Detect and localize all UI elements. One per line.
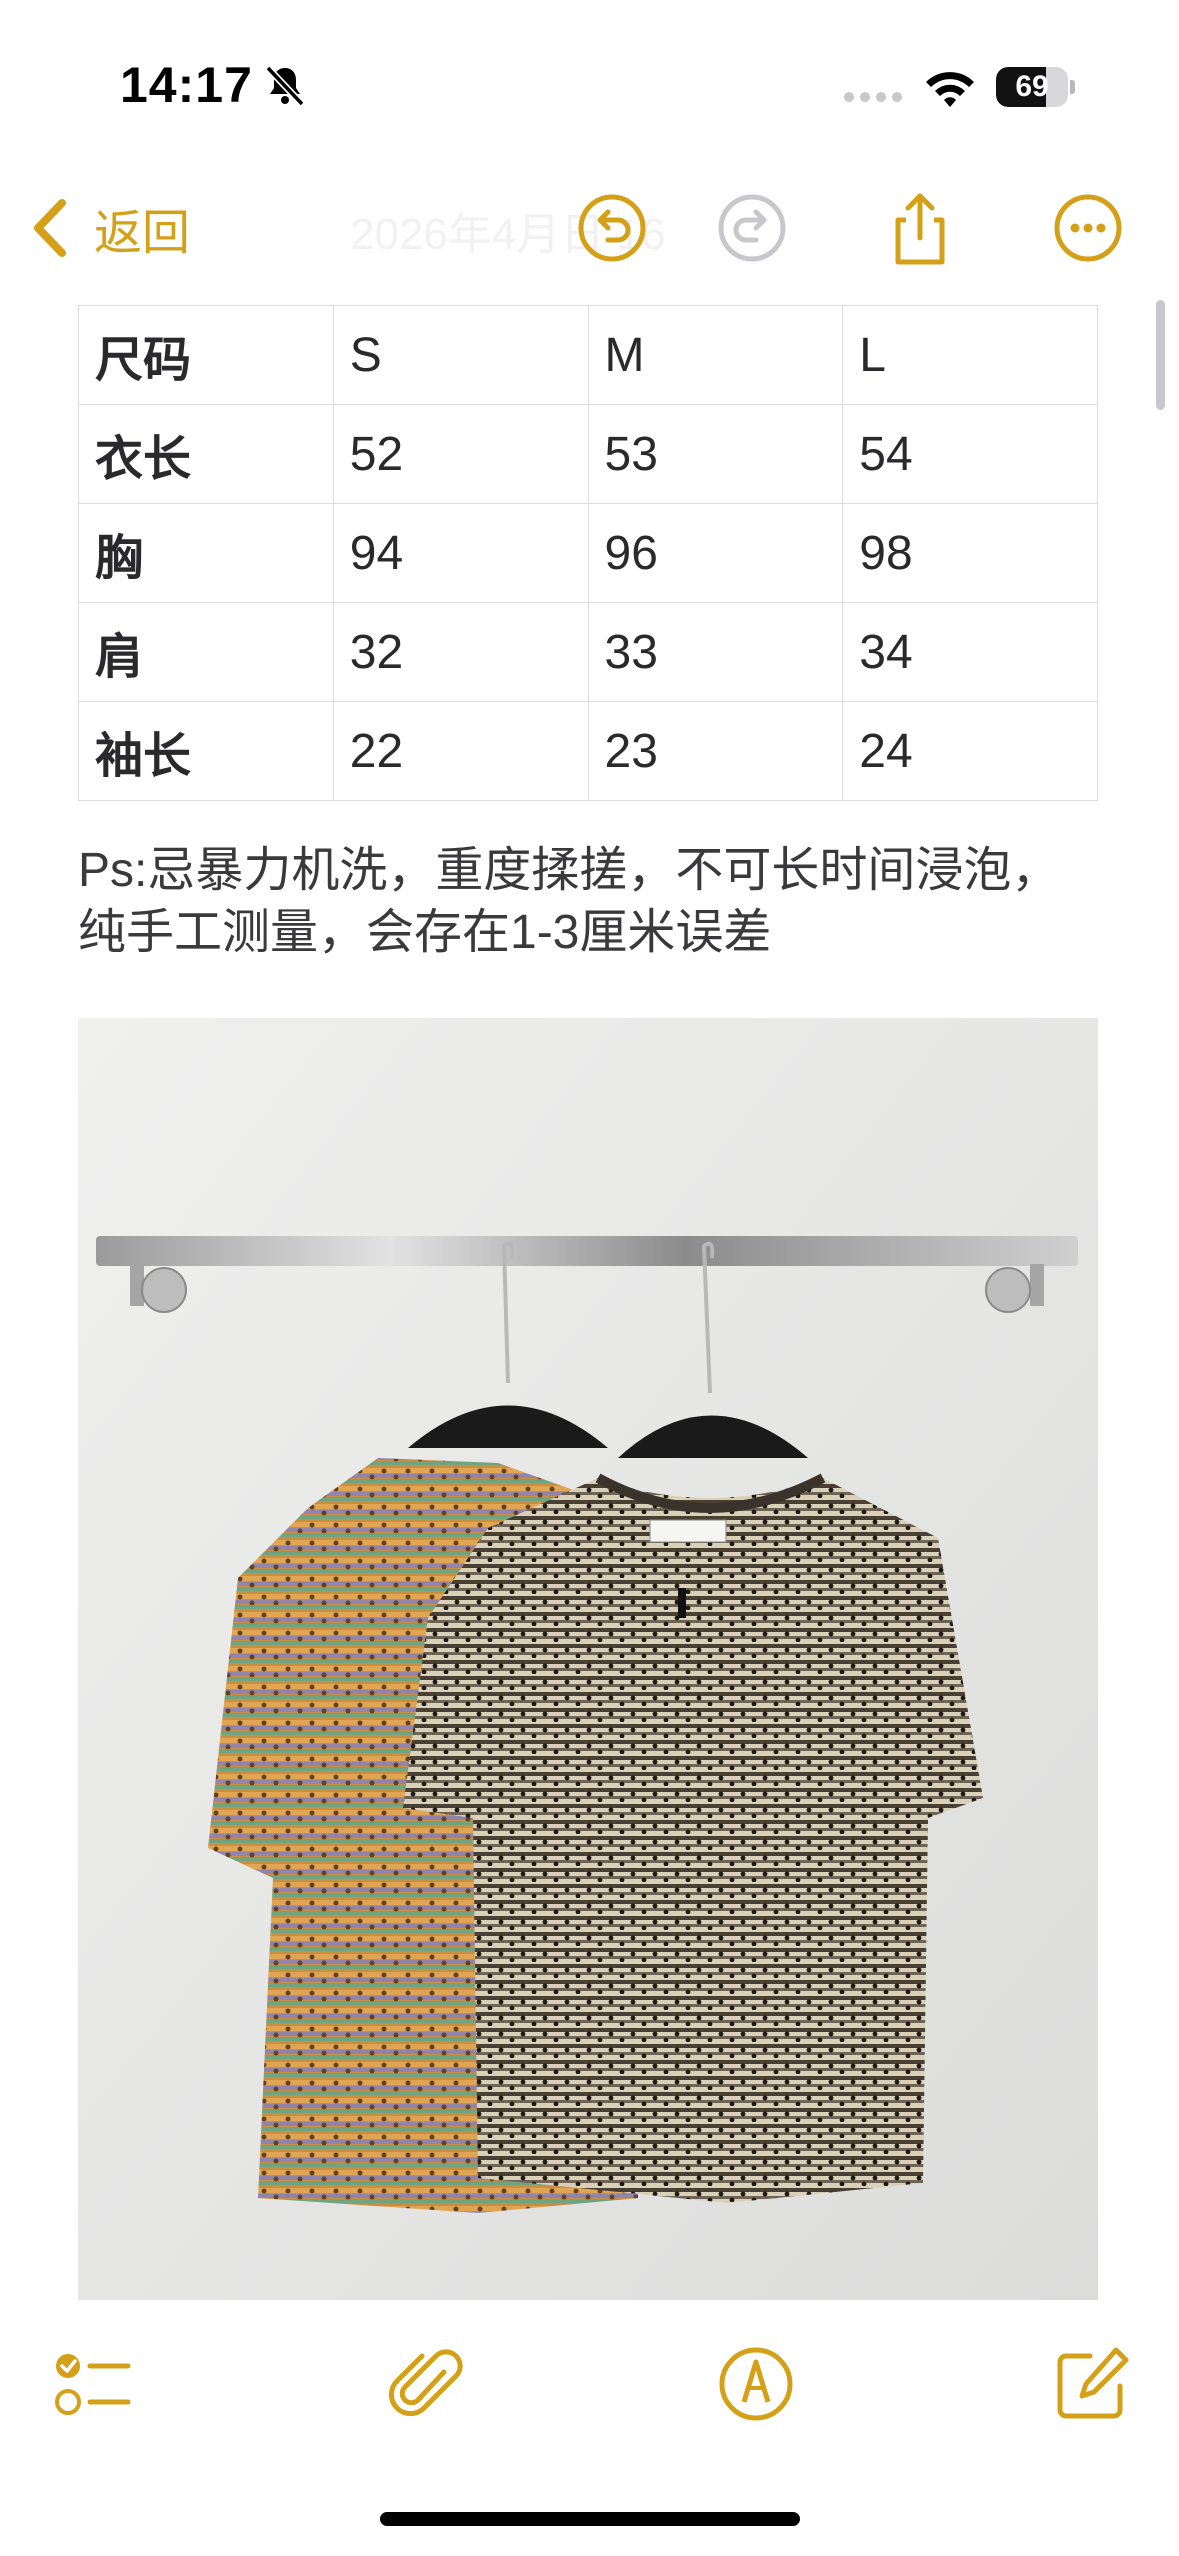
undo-icon xyxy=(578,194,646,262)
markup-button[interactable] xyxy=(714,2342,798,2426)
undo-button[interactable] xyxy=(572,188,652,268)
table-row: 尺码 S M L xyxy=(78,305,1098,405)
share-button[interactable] xyxy=(880,188,960,268)
compose-button[interactable] xyxy=(1050,2342,1134,2426)
knit-top-black-cream xyxy=(403,1473,983,2203)
nav-bar: 2026年4月日 16 返回 xyxy=(0,170,1179,290)
status-time: 14:17 xyxy=(120,57,253,113)
table-cell[interactable]: 32 xyxy=(332,602,589,702)
chevron-left-icon xyxy=(34,199,66,257)
table-cell[interactable]: 尺码 xyxy=(78,305,334,405)
table-cell[interactable]: 52 xyxy=(332,404,589,504)
clothing-photo[interactable] xyxy=(78,1018,1098,2300)
table-cell[interactable]: 24 xyxy=(842,701,1098,801)
back-button[interactable]: 返回 xyxy=(28,188,190,268)
markup-pen-icon xyxy=(719,2347,793,2421)
signal-icon xyxy=(844,92,902,102)
wifi-icon xyxy=(926,72,974,107)
status-bar: 14:17 69 xyxy=(0,0,1179,150)
redo-button[interactable] xyxy=(712,188,792,268)
table-cell[interactable]: 袖长 xyxy=(78,701,334,801)
clothing-photo-illustration xyxy=(78,1018,1098,2300)
more-icon xyxy=(1054,194,1122,262)
table-cell[interactable]: 54 xyxy=(842,404,1098,504)
more-button[interactable] xyxy=(1048,188,1128,268)
compose-icon xyxy=(1057,2347,1129,2419)
table-cell[interactable]: L xyxy=(842,305,1098,405)
attach-button[interactable] xyxy=(386,2342,470,2426)
checklist-icon xyxy=(55,2354,131,2415)
note-line: Ps:忌暴力机洗，重度揉搓，不可长时间浸泡， xyxy=(78,844,1060,897)
table-cell[interactable]: M xyxy=(587,305,844,405)
scroll-indicator[interactable] xyxy=(1156,300,1165,410)
table-cell[interactable]: 衣长 xyxy=(78,404,334,504)
redo-icon xyxy=(718,194,786,262)
checklist-button[interactable] xyxy=(50,2342,134,2426)
battery-icon: 69 xyxy=(996,67,1076,107)
table-cell[interactable]: 22 xyxy=(332,701,589,801)
home-indicator[interactable] xyxy=(380,2512,800,2526)
table-cell[interactable]: 33 xyxy=(587,602,844,702)
table-cell[interactable]: S xyxy=(332,305,589,405)
note-line: 纯手工测量，会存在1-3厘米误差 xyxy=(78,906,772,959)
table-row: 袖长 22 23 24 xyxy=(78,701,1098,801)
table-cell[interactable]: 34 xyxy=(842,602,1098,702)
size-table: 尺码 S M L 衣长 52 53 54 胸 94 96 98 肩 32 33 … xyxy=(78,305,1098,801)
bottom-toolbar xyxy=(0,2330,1179,2450)
share-icon xyxy=(895,193,945,265)
table-row: 胸 94 96 98 xyxy=(78,503,1098,603)
table-cell[interactable]: 胸 xyxy=(78,503,334,603)
table-row: 衣长 52 53 54 xyxy=(78,404,1098,504)
battery-level: 69 xyxy=(1015,70,1049,103)
table-cell[interactable]: 98 xyxy=(842,503,1098,603)
table-row: 肩 32 33 34 xyxy=(78,602,1098,702)
note-body-text[interactable]: Ps:忌暴力机洗，重度揉搓，不可长时间浸泡， 纯手工测量，会存在1-3厘米误差 xyxy=(78,840,1118,964)
table-cell[interactable]: 23 xyxy=(587,701,844,801)
back-label: 返回 xyxy=(94,207,191,260)
table-cell[interactable]: 96 xyxy=(587,503,844,603)
paperclip-icon xyxy=(388,2349,463,2417)
table-cell[interactable]: 94 xyxy=(332,503,589,603)
table-cell[interactable]: 53 xyxy=(587,404,844,504)
bell-slash-icon xyxy=(265,65,305,107)
table-cell[interactable]: 肩 xyxy=(78,602,334,702)
